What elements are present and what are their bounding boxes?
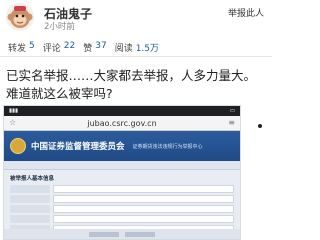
divider bbox=[0, 56, 272, 57]
page-dot-indicator bbox=[258, 124, 262, 128]
read-count: 1.5万 bbox=[135, 44, 160, 54]
menu-icon: ≡ bbox=[228, 118, 235, 127]
like-count[interactable]: 37 bbox=[95, 41, 106, 54]
comment-count[interactable]: 22 bbox=[64, 41, 75, 54]
form-row bbox=[10, 185, 234, 193]
form-row bbox=[10, 195, 234, 203]
comment-label[interactable]: 评论 bbox=[43, 41, 61, 54]
post-content: 已实名举报……大家都去举报，人多力量大。难道就这么被宰吗? bbox=[6, 68, 257, 101]
monkey-avatar-icon bbox=[7, 6, 33, 28]
read-label: 阅读 bbox=[114, 44, 133, 54]
site-banner: 中国证券监督管理委员会 证券期货违法违规行为举报中心 bbox=[4, 131, 240, 161]
like-label[interactable]: 赞 bbox=[83, 41, 92, 54]
report-user-link[interactable]: 举报此人 bbox=[228, 6, 264, 19]
form-row bbox=[10, 205, 234, 213]
emblem-icon bbox=[10, 138, 26, 154]
repost-label[interactable]: 转发 bbox=[8, 41, 26, 54]
site-nav bbox=[4, 161, 240, 170]
banner-subtitle: 证券期货违法违规行为举报中心 bbox=[132, 143, 203, 150]
form-footer bbox=[4, 229, 240, 239]
form-section-label: 被举报人基本信息 bbox=[10, 176, 55, 182]
attached-screenshot[interactable]: ▮▮▮ ▭ ☆ jubao.csrc.gov.cn ≡ 中国证券监督管理委员会 … bbox=[3, 105, 241, 240]
weibo-post: 石油鬼子 2小时前 举报此人 转发 5 评论 22 赞 37 阅读 1.5万 已… bbox=[0, 0, 272, 240]
avatar[interactable] bbox=[6, 3, 34, 31]
post-stats: 转发 5 评论 22 赞 37 阅读 1.5万 bbox=[8, 41, 167, 54]
battery-icon: ▭ bbox=[229, 108, 235, 114]
post-time: 2小时前 bbox=[44, 22, 75, 32]
repost-count[interactable]: 5 bbox=[29, 41, 35, 54]
form-row bbox=[10, 215, 234, 223]
banner-title: 中国证券监督管理委员会 bbox=[31, 142, 125, 152]
signal-icon: ▮▮▮ bbox=[9, 108, 19, 114]
phone-status-bar: ▮▮▮ ▭ bbox=[4, 106, 240, 116]
star-icon: ☆ bbox=[9, 118, 17, 127]
page-url: jubao.csrc.gov.cn bbox=[87, 118, 157, 128]
browser-address-bar: ☆ jubao.csrc.gov.cn ≡ bbox=[4, 116, 240, 131]
